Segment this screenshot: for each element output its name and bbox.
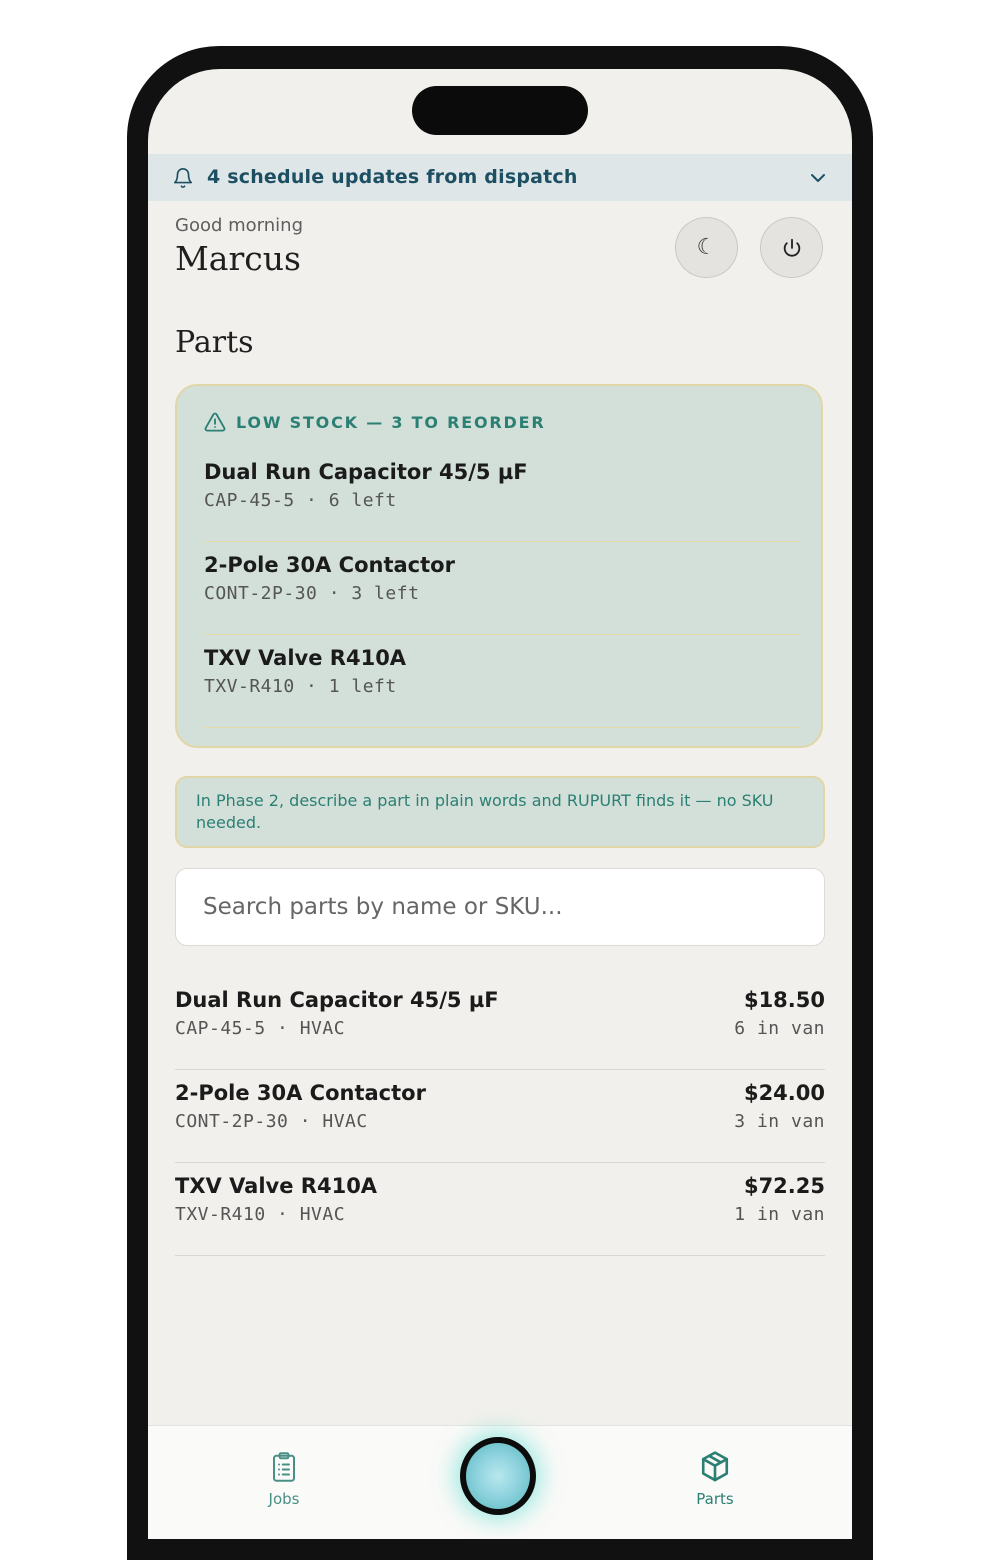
part-name: TXV Valve R410A — [175, 1174, 378, 1198]
part-meta: CONT-2P-30 · HVAC — [175, 1111, 368, 1132]
low-stock-header: LOW STOCK — 3 TO REORDER — [204, 412, 545, 432]
voice-assistant-button[interactable] — [460, 1437, 536, 1515]
part-row[interactable]: 2-Pole 30A Contactor CONT-2P-30 · HVAC $… — [175, 1069, 825, 1163]
part-name: Dual Run Capacitor 45/5 µF — [175, 988, 499, 1012]
parts-search-input[interactable] — [175, 868, 825, 946]
clipboard-icon — [273, 1452, 295, 1482]
part-row[interactable]: Dual Run Capacitor 45/5 µF CAP-45-5 · HV… — [175, 976, 825, 1070]
dynamic-island — [412, 86, 588, 135]
low-stock-item-meta: CONT-2P-30 · 3 left — [204, 583, 420, 604]
assistant-orb-icon — [466, 1443, 530, 1509]
low-stock-title: LOW STOCK — 3 TO REORDER — [236, 412, 546, 432]
moon-icon: ☾ — [696, 235, 717, 260]
low-stock-item[interactable]: 2-Pole 30A Contactor CONT-2P-30 · 3 left — [204, 541, 800, 635]
tab-jobs[interactable]: Jobs — [214, 1426, 354, 1539]
dispatch-banner[interactable]: 4 schedule updates from dispatch — [148, 154, 852, 201]
page-title: Parts — [175, 325, 254, 360]
low-stock-item-name: Dual Run Capacitor 45/5 µF — [204, 460, 528, 484]
tab-parts[interactable]: Parts — [645, 1426, 785, 1539]
bell-icon — [173, 168, 193, 188]
part-meta: TXV-R410 · HVAC — [175, 1204, 346, 1225]
low-stock-item[interactable]: TXV Valve R410A TXV-R410 · 1 left — [204, 634, 800, 728]
theme-toggle-button[interactable]: ☾ — [675, 217, 738, 278]
tab-jobs-label: Jobs — [268, 1490, 300, 1508]
banner-text: 4 schedule updates from dispatch — [207, 166, 578, 188]
part-price: $72.25 — [743, 1174, 825, 1198]
part-price: $18.50 — [743, 988, 825, 1012]
low-stock-item-name: 2-Pole 30A Contactor — [204, 553, 455, 577]
tab-parts-label: Parts — [696, 1490, 734, 1508]
user-name: Marcus — [175, 239, 301, 278]
part-stock: 1 in van — [734, 1204, 825, 1225]
low-stock-item-meta: CAP-45-5 · 6 left — [204, 490, 397, 511]
low-stock-item-meta: TXV-R410 · 1 left — [204, 676, 397, 697]
bottom-tab-bar: Jobs Parts — [148, 1425, 852, 1539]
phase2-tip: In Phase 2, describe a part in plain wor… — [175, 776, 825, 848]
low-stock-card: LOW STOCK — 3 TO REORDER Dual Run Capaci… — [175, 384, 823, 748]
part-row[interactable]: TXV Valve R410A TXV-R410 · HVAC $72.25 1… — [175, 1162, 825, 1256]
low-stock-item-name: TXV Valve R410A — [204, 646, 407, 670]
part-meta: CAP-45-5 · HVAC — [175, 1018, 346, 1039]
chevron-down-icon[interactable] — [810, 171, 826, 185]
package-icon — [701, 1451, 729, 1482]
logout-button[interactable] — [760, 217, 823, 278]
part-stock: 3 in van — [734, 1111, 825, 1132]
part-price: $24.00 — [743, 1081, 825, 1105]
part-name: 2-Pole 30A Contactor — [175, 1081, 426, 1105]
low-stock-item[interactable]: Dual Run Capacitor 45/5 µF CAP-45-5 · 6 … — [204, 448, 800, 542]
greeting-text: Good morning — [175, 215, 303, 236]
power-icon — [783, 238, 800, 257]
warning-icon — [204, 412, 226, 432]
app-screen: 4 schedule updates from dispatch Good mo… — [148, 69, 852, 1539]
part-stock: 6 in van — [734, 1018, 825, 1039]
